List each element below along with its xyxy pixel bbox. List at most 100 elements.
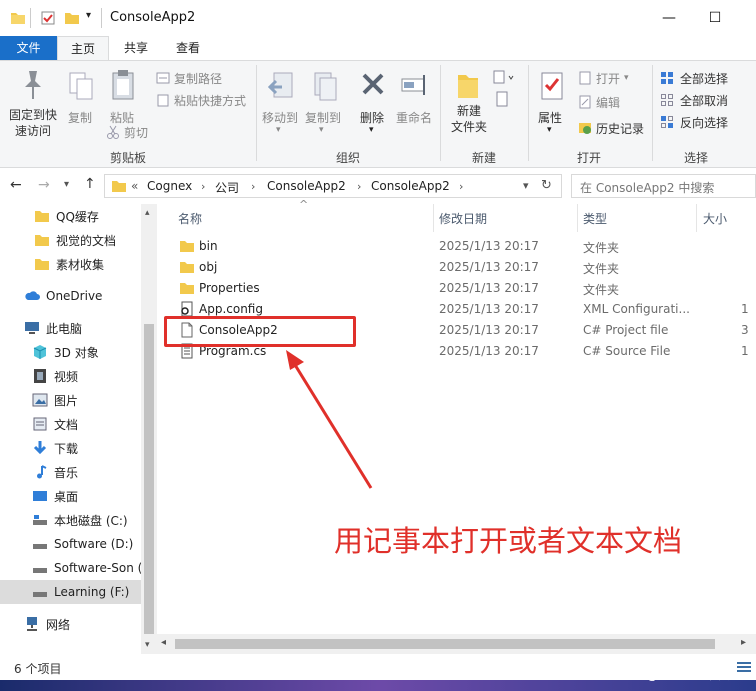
- address-dropdown-icon[interactable]: ▾: [523, 179, 529, 192]
- column-header-name[interactable]: 名称: [178, 210, 202, 227]
- nav-item-vision-docs[interactable]: 视觉的文档: [0, 228, 141, 252]
- column-divider[interactable]: [577, 204, 578, 232]
- ribbon-tabs: 文件 主页 共享 查看: [0, 36, 756, 60]
- minimize-button[interactable]: —: [646, 0, 692, 36]
- group-label-select: 选择: [683, 151, 708, 165]
- column-divider[interactable]: [433, 204, 434, 232]
- scrollbar-thumb[interactable]: [144, 324, 154, 634]
- rename-button[interactable]: 重命名: [394, 65, 436, 145]
- open-label: 打开: [596, 71, 621, 86]
- nav-item-qq-cache[interactable]: QQ缓存: [0, 204, 141, 228]
- properties-check-icon[interactable]: [40, 10, 56, 26]
- ribbon: 固定到快 速访问 复制 粘贴 复制路径 粘贴快捷方式 剪切 剪贴板 移动到 ▾: [0, 60, 756, 168]
- select-all-button[interactable]: 全部选择: [660, 69, 728, 87]
- cut-button[interactable]: 剪切: [106, 123, 148, 141]
- paste-button[interactable]: 粘贴: [104, 65, 142, 125]
- folder-icon: [180, 283, 194, 294]
- tab-share[interactable]: 共享: [110, 36, 162, 60]
- scroll-up-icon[interactable]: ▴: [145, 208, 150, 218]
- nav-item-material[interactable]: 素材收集: [0, 252, 141, 276]
- nav-item-downloads[interactable]: 下载: [0, 436, 141, 460]
- ribbon-separator: [528, 65, 529, 161]
- back-arrow-icon[interactable]: ←: [10, 177, 22, 193]
- chevron-down-icon: ▾: [624, 73, 629, 83]
- easy-access-button[interactable]: [494, 91, 512, 111]
- nav-pane-scrollbar[interactable]: ▴ ▾: [141, 204, 157, 654]
- paste-shortcut-button[interactable]: 粘贴快捷方式: [156, 91, 246, 109]
- details-view-icon[interactable]: [736, 660, 752, 674]
- chevron-right-icon[interactable]: ›: [251, 180, 255, 193]
- copy-to-button[interactable]: 复制到 ▾: [303, 65, 345, 145]
- chevron-right-icon[interactable]: ›: [357, 180, 361, 193]
- nav-item-3d-objects[interactable]: 3D 对象: [0, 340, 141, 364]
- nav-item-drive-d[interactable]: Software (D:): [0, 532, 141, 556]
- maximize-button[interactable]: ☐: [692, 0, 738, 36]
- nav-item-label: 本地磁盘 (C:): [54, 513, 128, 528]
- quick-access-dropdown-icon[interactable]: ▾: [86, 10, 91, 21]
- open-button[interactable]: 打开 ▾: [578, 69, 629, 87]
- properties-button[interactable]: 属性 ▾: [532, 65, 572, 145]
- scroll-down-icon[interactable]: ▾: [145, 640, 150, 650]
- invert-selection-button[interactable]: 反向选择: [660, 113, 728, 131]
- forward-arrow-icon[interactable]: →: [38, 177, 50, 193]
- breadcrumb-item[interactable]: 公司: [215, 179, 239, 196]
- tab-home[interactable]: 主页: [57, 36, 109, 60]
- column-divider[interactable]: [696, 204, 697, 232]
- table-row[interactable]: Properties 2025/1/13 20:17 文件夹: [157, 278, 756, 299]
- nav-item-music[interactable]: 音乐: [0, 460, 141, 484]
- nav-item-this-pc[interactable]: 此电脑: [0, 316, 141, 340]
- column-header-type[interactable]: 类型: [583, 210, 607, 227]
- scroll-right-icon[interactable]: ▸: [741, 637, 746, 648]
- computer-icon: [25, 322, 39, 334]
- nav-item-drive-e[interactable]: Software-Son (: [0, 556, 141, 580]
- breadcrumb-overflow[interactable]: «: [131, 179, 138, 193]
- nav-item-documents[interactable]: 文档: [0, 412, 141, 436]
- new-folder-button[interactable]: 新建 文件夹: [446, 65, 490, 145]
- new-folder-quick-icon[interactable]: [64, 10, 80, 26]
- table-row[interactable]: bin 2025/1/13 20:17 文件夹: [157, 236, 756, 257]
- refresh-icon[interactable]: ↻: [541, 178, 552, 193]
- breadcrumb-item[interactable]: ConsoleApp2: [267, 179, 346, 193]
- search-box[interactable]: 在 ConsoleApp2 中搜索: [571, 174, 756, 198]
- select-none-button[interactable]: 全部取消: [660, 91, 728, 109]
- scroll-left-icon[interactable]: ◂: [161, 637, 166, 648]
- chevron-down-icon: ▾: [276, 125, 281, 135]
- copy-button[interactable]: 复制: [62, 65, 100, 145]
- breadcrumb-item[interactable]: ConsoleApp2: [371, 179, 450, 193]
- nav-item-pictures[interactable]: 图片: [0, 388, 141, 412]
- delete-button[interactable]: 删除 ▾: [356, 65, 390, 145]
- tab-view[interactable]: 查看: [162, 36, 214, 60]
- table-row[interactable]: obj 2025/1/13 20:17 文件夹: [157, 257, 756, 278]
- column-header-modified[interactable]: 修改日期: [439, 210, 487, 227]
- nav-item-drive-f[interactable]: Learning (F:): [0, 580, 141, 604]
- scrollbar-thumb[interactable]: [175, 639, 715, 649]
- nav-item-network[interactable]: 网络: [0, 612, 141, 636]
- file-modified: 2025/1/13 20:17: [439, 302, 539, 316]
- column-header-size[interactable]: 大小: [703, 210, 727, 227]
- up-arrow-icon[interactable]: ↑: [84, 176, 96, 192]
- nav-item-videos[interactable]: 视频: [0, 364, 141, 388]
- file-size: 3: [741, 323, 749, 337]
- tab-file[interactable]: 文件: [0, 36, 57, 60]
- copy-path-button[interactable]: 复制路径: [156, 69, 222, 87]
- pin-to-quick-access-button[interactable]: 固定到快 速访问: [6, 65, 60, 145]
- move-to-label: 移动到: [262, 111, 299, 125]
- breadcrumb-item[interactable]: Cognex: [147, 179, 192, 193]
- recent-locations-chevron-icon[interactable]: ▾: [64, 179, 69, 190]
- nav-item-onedrive[interactable]: OneDrive: [0, 284, 141, 308]
- nav-item-drive-c[interactable]: 本地磁盘 (C:): [0, 508, 141, 532]
- move-to-button[interactable]: 移动到 ▾: [260, 65, 302, 145]
- chevron-right-icon[interactable]: ›: [459, 180, 463, 193]
- address-bar[interactable]: « Cognex › 公司 › ConsoleApp2 › ConsoleApp…: [104, 174, 562, 198]
- history-button[interactable]: 历史记录: [578, 119, 644, 137]
- edit-button[interactable]: 编辑: [578, 93, 620, 111]
- title-bar: ▾ ConsoleApp2 — ☐: [0, 0, 756, 36]
- easy-access-icon: [496, 91, 508, 107]
- select-none-icon: [661, 94, 673, 106]
- search-input[interactable]: 在 ConsoleApp2 中搜索: [580, 179, 714, 196]
- file-list-horizontal-scrollbar[interactable]: ◂ ▸: [157, 634, 756, 654]
- new-item-button[interactable]: [492, 69, 516, 89]
- nav-item-desktop[interactable]: 桌面: [0, 484, 141, 508]
- chevron-right-icon[interactable]: ›: [201, 180, 205, 193]
- nav-item-label: 桌面: [54, 489, 79, 504]
